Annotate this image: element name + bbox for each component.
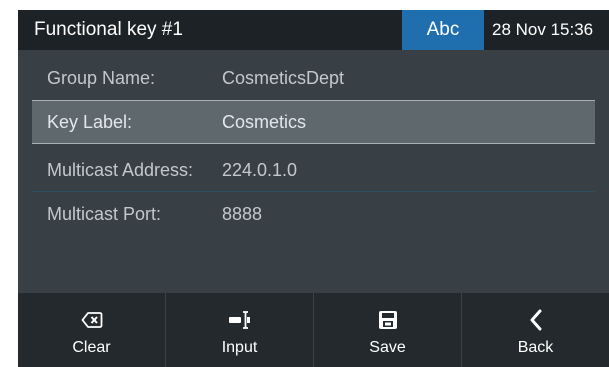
key-label-value: Cosmetics: [222, 112, 307, 132]
title-bar: Functional key #1 Abc 28 Nov 15:36: [18, 10, 609, 50]
back-label: Back: [517, 339, 554, 356]
multicast-port-row[interactable]: Multicast Port: 8888: [32, 192, 595, 236]
input-button[interactable]: Input: [166, 293, 314, 367]
multicast-address-row[interactable]: Multicast Address: 224.0.1.0: [32, 148, 595, 192]
back-button[interactable]: Back: [462, 293, 609, 367]
save-button[interactable]: Save: [314, 293, 462, 367]
multicast-port-value: 8888: [222, 204, 263, 224]
field-label: Multicast Address:: [47, 160, 194, 180]
chevron-left-icon: [462, 307, 609, 333]
date-time: 28 Nov 15:36: [492, 20, 594, 39]
clear-label: Clear: [72, 339, 111, 356]
input-label: Input: [221, 339, 258, 356]
input-cursor-icon: [166, 307, 313, 333]
display-frame: Functional key #1 Abc 28 Nov 15:36 Group…: [18, 10, 609, 367]
group-name-value: CosmeticsDept: [222, 68, 345, 88]
field-label: Multicast Port:: [47, 204, 162, 224]
field-label: Group Name:: [47, 68, 156, 88]
softkey-bar: Clear Input Save Back: [18, 293, 609, 367]
multicast-address-value: 224.0.1.0: [222, 160, 298, 180]
field-label: Key Label:: [47, 112, 133, 132]
save-label: Save: [369, 339, 406, 356]
page-title: Functional key #1: [34, 19, 183, 40]
phone-screen: Functional key #1 Abc 28 Nov 15:36 Group…: [0, 0, 609, 367]
group-name-row[interactable]: Group Name: CosmeticsDept: [32, 56, 595, 100]
backspace-icon: [18, 307, 165, 333]
floppy-disk-icon: [314, 307, 461, 333]
input-mode-badge[interactable]: Abc: [402, 10, 484, 50]
key-label-row[interactable]: Key Label: Cosmetics: [32, 100, 595, 144]
clear-button[interactable]: Clear: [18, 293, 166, 367]
